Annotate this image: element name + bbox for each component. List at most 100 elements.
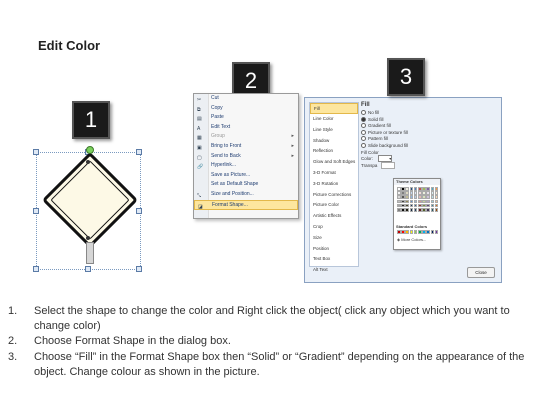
color-swatch[interactable]: [409, 203, 414, 208]
color-swatch[interactable]: [430, 207, 435, 212]
color-swatch[interactable]: [397, 191, 401, 195]
color-swatch[interactable]: [401, 191, 405, 195]
color-swatch[interactable]: [417, 207, 422, 212]
resize-handle[interactable]: [33, 208, 39, 214]
nav-item-line-color[interactable]: Line Color: [310, 114, 358, 125]
nav-item-size[interactable]: Size: [310, 233, 358, 244]
resize-handle[interactable]: [136, 149, 142, 155]
radio-circle[interactable]: [361, 136, 366, 142]
color-swatch[interactable]: [430, 203, 435, 208]
color-swatch[interactable]: [430, 230, 435, 234]
color-swatch[interactable]: [430, 199, 435, 204]
nav-item-fill[interactable]: Fill: [310, 103, 358, 114]
color-swatch[interactable]: [413, 203, 418, 208]
color-swatch[interactable]: [397, 187, 401, 191]
color-swatch[interactable]: [417, 199, 422, 204]
color-swatch[interactable]: [405, 199, 409, 204]
color-swatch[interactable]: [409, 199, 414, 204]
menu-item-hyperlink[interactable]: 🔗 Hyperlink...: [194, 161, 298, 171]
color-swatch[interactable]: [397, 199, 401, 204]
color-swatch[interactable]: [417, 203, 422, 208]
color-swatch[interactable]: [409, 230, 414, 234]
color-swatch[interactable]: [422, 207, 426, 212]
color-swatch[interactable]: [430, 195, 435, 199]
resize-handle[interactable]: [136, 266, 142, 272]
color-swatch[interactable]: [405, 195, 409, 199]
color-swatch[interactable]: [434, 195, 439, 199]
color-swatch[interactable]: [401, 203, 405, 208]
more-colors-item[interactable]: ◈ More Colors...: [397, 237, 426, 242]
close-button[interactable]: Close: [467, 267, 495, 278]
color-swatch[interactable]: [422, 195, 426, 199]
color-swatch[interactable]: [417, 230, 422, 234]
nav-item-artistic-effects[interactable]: Artistic Effects: [310, 211, 358, 222]
color-swatch[interactable]: [409, 191, 414, 195]
nav-item-picture-color[interactable]: Picture Color: [310, 200, 358, 211]
color-swatch[interactable]: [422, 203, 426, 208]
nav-item-crop[interactable]: Crop: [310, 222, 358, 233]
nav-item-line-style[interactable]: Line Style: [310, 125, 358, 136]
color-swatch[interactable]: [422, 187, 426, 191]
color-swatch[interactable]: [422, 191, 426, 195]
color-swatch[interactable]: [426, 187, 430, 191]
resize-handle[interactable]: [33, 149, 39, 155]
color-swatch[interactable]: [426, 207, 430, 212]
nav-item-text-box[interactable]: Text Box: [310, 254, 358, 265]
color-swatch[interactable]: [426, 191, 430, 195]
color-swatch[interactable]: [405, 207, 409, 212]
radio-circle[interactable]: [361, 142, 366, 148]
color-swatch[interactable]: [397, 195, 401, 199]
color-swatch[interactable]: [426, 230, 430, 234]
radio-circle[interactable]: [361, 116, 366, 122]
nav-item-3-d-rotation[interactable]: 3-D Rotation: [310, 179, 358, 190]
color-swatch[interactable]: [422, 199, 426, 204]
radio-circle[interactable]: [361, 129, 366, 135]
color-swatch[interactable]: [426, 199, 430, 204]
color-swatch[interactable]: [413, 230, 418, 234]
nav-item-glow-and-soft-edges[interactable]: Glow and Soft Edges: [310, 157, 358, 168]
color-swatch[interactable]: [405, 230, 409, 234]
color-swatch[interactable]: [409, 207, 414, 212]
color-swatch[interactable]: [434, 191, 439, 195]
nav-item-position[interactable]: Position: [310, 244, 358, 255]
color-swatch[interactable]: [434, 203, 439, 208]
color-swatch[interactable]: [401, 207, 405, 212]
color-swatch[interactable]: [401, 187, 405, 191]
radio-slide-background-fill[interactable]: Slide background fill: [361, 143, 497, 150]
color-swatch[interactable]: [405, 191, 409, 195]
color-swatch[interactable]: [413, 191, 418, 195]
menu-item-set-as-default-shape[interactable]: Set as Default Shape: [194, 180, 298, 190]
resize-handle[interactable]: [33, 266, 39, 272]
nav-item-3-d-format[interactable]: 3-D Format: [310, 168, 358, 179]
color-swatch[interactable]: [405, 187, 409, 191]
menu-item-edit-text[interactable]: A Edit Text: [194, 123, 298, 133]
menu-item-paste[interactable]: ▤ Paste: [194, 113, 298, 123]
menu-item-save-as-picture[interactable]: Save as Picture...: [194, 171, 298, 181]
radio-circle[interactable]: [361, 110, 366, 116]
color-swatch[interactable]: [401, 230, 405, 234]
color-swatch[interactable]: [397, 207, 401, 212]
color-swatch[interactable]: [434, 187, 439, 191]
color-swatch[interactable]: [426, 195, 430, 199]
color-swatch[interactable]: [413, 199, 418, 204]
menu-item-copy[interactable]: ⧉ Copy: [194, 104, 298, 114]
radio-circle[interactable]: [361, 123, 366, 129]
color-swatch[interactable]: [413, 195, 418, 199]
nav-item-reflection[interactable]: Reflection: [310, 146, 358, 157]
menu-item-format-shape[interactable]: ◪ Format Shape...: [194, 199, 298, 210]
menu-item-send-to-back[interactable]: ▢ Send to Back ▸: [194, 152, 298, 162]
color-swatch[interactable]: [430, 191, 435, 195]
color-swatch[interactable]: [401, 195, 405, 199]
color-swatch[interactable]: [430, 187, 435, 191]
color-swatch[interactable]: [426, 203, 430, 208]
color-swatch[interactable]: [397, 230, 401, 234]
color-swatch[interactable]: [434, 207, 439, 212]
color-swatch[interactable]: [434, 230, 439, 234]
nav-item-picture-corrections[interactable]: Picture Corrections: [310, 190, 358, 201]
color-swatch[interactable]: [417, 191, 422, 195]
nav-item-alt-text[interactable]: Alt Text: [310, 265, 358, 276]
color-swatch[interactable]: [405, 203, 409, 208]
color-swatch[interactable]: [413, 187, 418, 191]
color-swatch[interactable]: [397, 203, 401, 208]
menu-item-group[interactable]: ▦ Group ▸: [194, 132, 298, 142]
